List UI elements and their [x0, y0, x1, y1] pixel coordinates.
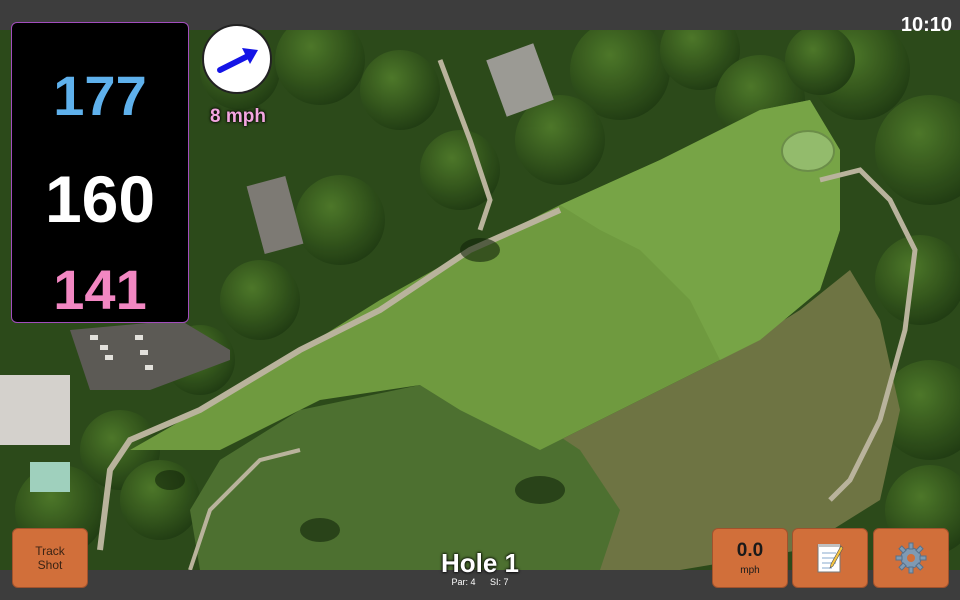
back-distance: 177: [53, 64, 147, 127]
track-shot-button[interactable]: Track Shot: [12, 528, 88, 588]
notepad-icon: [817, 544, 844, 573]
middle-distance: 160: [44, 162, 156, 236]
hole-par: Par: 4: [451, 577, 476, 587]
wind-speed: 8 mph: [210, 106, 266, 127]
distance-panel: 177 160 141: [11, 22, 189, 323]
wind-arrow-icon: [217, 48, 258, 73]
speed-unit: mph: [740, 564, 760, 576]
clock: 10:10: [900, 14, 952, 36]
track-shot-label-line1: Track: [35, 544, 65, 558]
notes-button[interactable]: [792, 528, 868, 588]
speed-value: 0.0: [736, 539, 764, 561]
hole-stroke-index: SI: 7: [490, 577, 509, 587]
hole-info: Par: 4 SI: 7: [380, 577, 580, 587]
speed-button[interactable]: 0.0 mph: [712, 528, 788, 588]
track-shot-label-line2: Shot: [37, 558, 63, 572]
gear-icon: [895, 542, 927, 574]
front-distance: 141: [53, 258, 147, 321]
wind-indicator: [202, 24, 272, 94]
settings-button[interactable]: [873, 528, 949, 588]
hole-title: Hole 1: [440, 548, 520, 578]
